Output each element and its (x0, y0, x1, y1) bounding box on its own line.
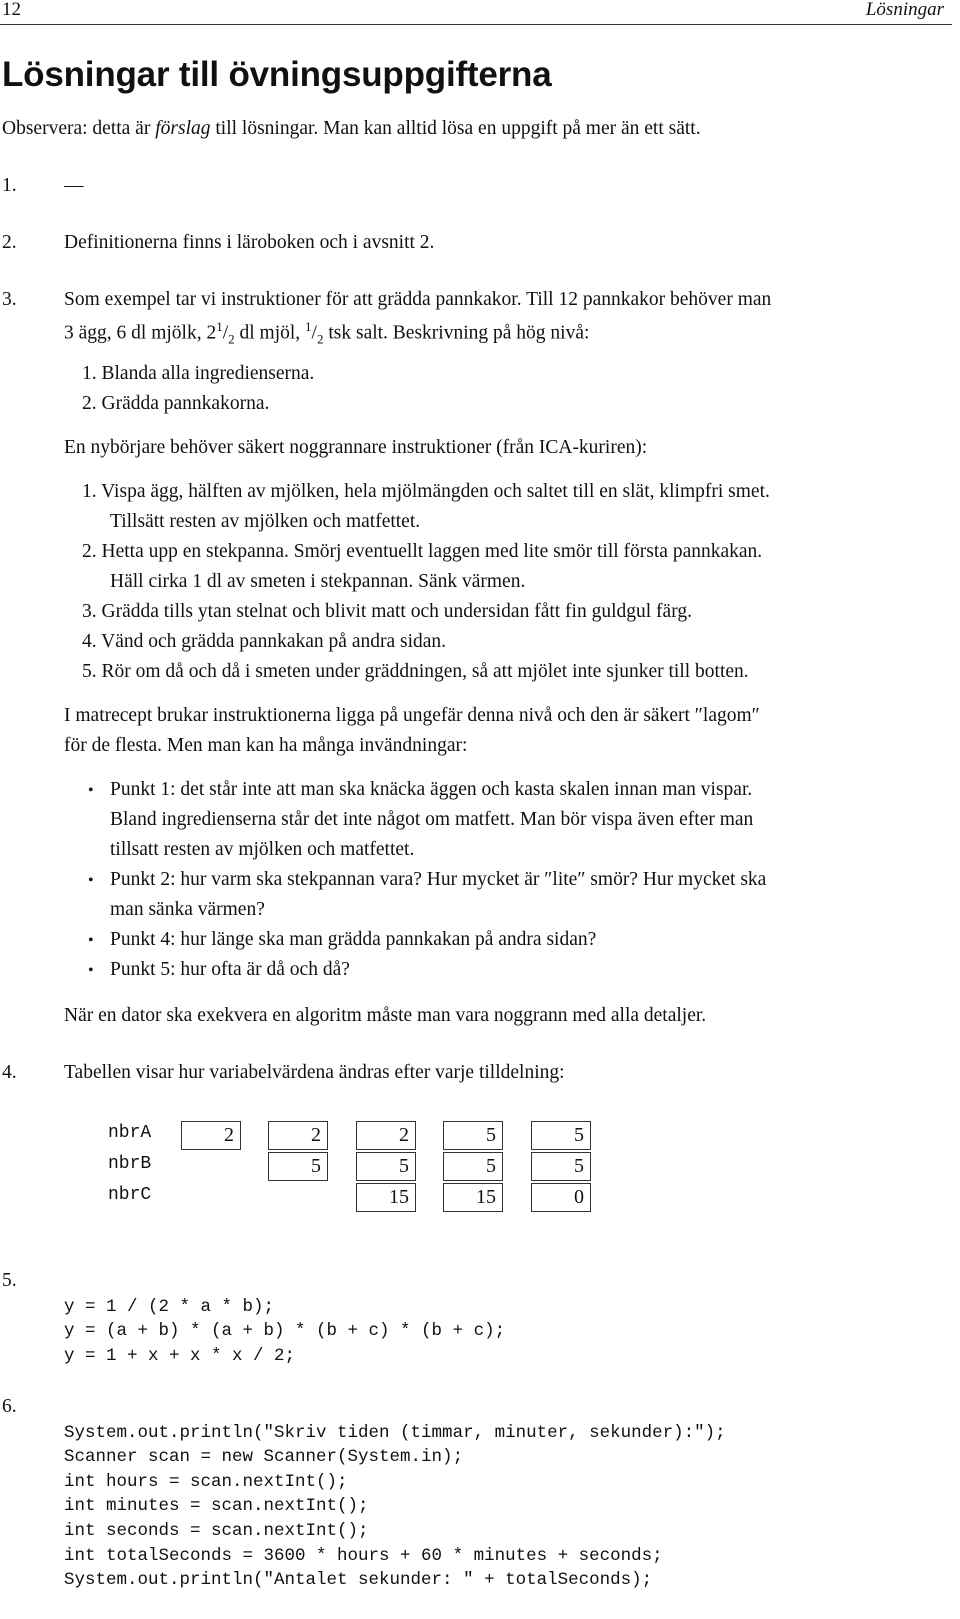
code-line: System.out.println("Skriv tiden (timmar,… (64, 1422, 726, 1443)
bullet-icon: • (88, 932, 94, 949)
value-cell-nbrA-step-2: 2 (268, 1121, 328, 1150)
high-level-step: 1. Blanda alla ingredienserna. (82, 363, 315, 384)
answer-2-text: Definitionerna finns i läroboken och i a… (64, 232, 435, 253)
value-cell-nbrB-step-2: 5 (268, 1152, 328, 1181)
detailed-step-cont: Tillsätt resten av mjölken och matfettet… (110, 511, 421, 532)
answer-5-code: y = 1 / (2 * a * b); y = (a + b) * (a + b… (64, 1270, 505, 1393)
answer-3-line-2: 3 ägg, 6 dl mjölk, 21/2 dl mjöl, 1/2 tsk… (64, 319, 589, 347)
beginner-intro: En nybörjare behöver säkert noggrannare … (64, 437, 648, 458)
answer-4-text: Tabellen visar hur variabelvärdena ändra… (64, 1062, 565, 1083)
value-cell-nbrB-step-5: 5 (531, 1152, 591, 1181)
code-line: y = 1 + x + x * x / 2; (64, 1345, 296, 1366)
bullet-icon: • (88, 872, 94, 889)
detailed-step: 1. Vispa ägg, hälften av mjölken, hela m… (82, 481, 770, 502)
answer-4-number: 4. (2, 1062, 17, 1083)
ingredients-text-2: dl mjöl, (234, 322, 306, 344)
answer-3-number: 3. (2, 289, 17, 310)
value-cell-nbrC-step-4: 15 (443, 1183, 503, 1212)
answer-2-number: 2. (2, 232, 17, 253)
answer-3-conclusion: När en dator ska exekvera en algoritm må… (64, 1005, 707, 1026)
code-line: y = 1 / (2 * a * b); (64, 1296, 275, 1317)
recipe-paragraph-line-1: I matrecept brukar instruktionerna ligga… (64, 705, 760, 726)
value-cell-nbrB-step-3: 5 (356, 1152, 416, 1181)
objection-item: Punkt 4: hur länge ska man grädda pannka… (110, 929, 597, 950)
detailed-step-cont: Häll cirka 1 dl av smeten i stekpannan. … (110, 571, 526, 592)
bullet-icon: • (88, 962, 94, 979)
detailed-step: 4. Vänd och grädda pannkakan på andra si… (82, 631, 447, 652)
answer-5-number: 5. (2, 1270, 17, 1291)
answer-3-line-1: Som exempel tar vi instruktioner för att… (64, 289, 772, 310)
value-cell-nbrA-step-5: 5 (531, 1121, 591, 1150)
intro-text: Observera: detta är (2, 118, 156, 139)
objection-item-cont: Bland ingredienserna står det inte något… (110, 809, 754, 830)
value-cell-nbrC-step-3: 15 (356, 1183, 416, 1212)
code-line: int seconds = scan.nextInt(); (64, 1520, 369, 1541)
ingredients-text: 3 ägg, 6 dl mjölk, 2 (64, 322, 217, 344)
ingredients-text-3: tsk salt. Beskrivning på hög nivå: (323, 322, 590, 344)
code-line: int hours = scan.nextInt(); (64, 1471, 348, 1492)
value-cell-nbrA-step-1: 2 (181, 1121, 241, 1150)
intro-text-end: till lösningar. Man kan alltid lösa en u… (210, 118, 701, 139)
objection-item-cont: man sänka värmen? (110, 899, 265, 920)
detailed-step: 3. Grädda tills ytan stelnat och blivit … (82, 601, 692, 622)
variable-label-nbrA: nbrA (108, 1123, 152, 1143)
answer-1-text: — (64, 175, 84, 196)
value-cell-nbrC-step-5: 0 (531, 1183, 591, 1212)
objection-item: Punkt 5: hur ofta är då och då? (110, 959, 350, 980)
detailed-step: 2. Hetta upp en stekpanna. Smörj eventue… (82, 541, 763, 562)
page-header: 12 Lösningar (0, 0, 952, 25)
answer-6-code: System.out.println("Skriv tiden (timmar,… (64, 1396, 726, 1617)
variable-label-nbrC: nbrC (108, 1185, 152, 1205)
objection-item: Punkt 1: det står inte att man ska knäck… (110, 779, 753, 800)
code-line: int totalSeconds = 3600 * hours + 60 * m… (64, 1545, 663, 1566)
value-cell-nbrB-step-4: 5 (443, 1152, 503, 1181)
answer-6-number: 6. (2, 1396, 17, 1417)
page-title: Lösningar till övningsuppgifterna (2, 55, 552, 94)
variable-label-nbrB: nbrB (108, 1154, 152, 1174)
recipe-paragraph-line-2: för de flesta. Men man kan ha många invä… (64, 735, 468, 756)
code-line: y = (a + b) * (a + b) * (b + c) * (b + c… (64, 1321, 506, 1342)
objection-item-cont: tillsatt resten av mjölken och matfettet… (110, 839, 415, 860)
value-cell-nbrA-step-4: 5 (443, 1121, 503, 1150)
running-title: Lösningar (865, 0, 944, 20)
answer-1-number: 1. (2, 175, 17, 196)
code-line: int minutes = scan.nextInt(); (64, 1496, 369, 1517)
objection-item: Punkt 2: hur varm ska stekpannan vara? H… (110, 869, 767, 890)
intro-paragraph: Observera: detta är förslag till lösning… (2, 118, 701, 140)
code-line: Scanner scan = new Scanner(System.in); (64, 1447, 464, 1468)
value-cell-nbrA-step-3: 2 (356, 1121, 416, 1150)
high-level-step: 2. Grädda pannkakorna. (82, 393, 270, 414)
page-number: 12 (2, 0, 21, 20)
code-line: System.out.println("Antalet sekunder: " … (64, 1570, 653, 1591)
intro-emphasis: förslag (155, 118, 211, 139)
detailed-step: 5. Rör om då och då i smeten under grädd… (82, 661, 749, 682)
bullet-icon: • (88, 782, 94, 799)
